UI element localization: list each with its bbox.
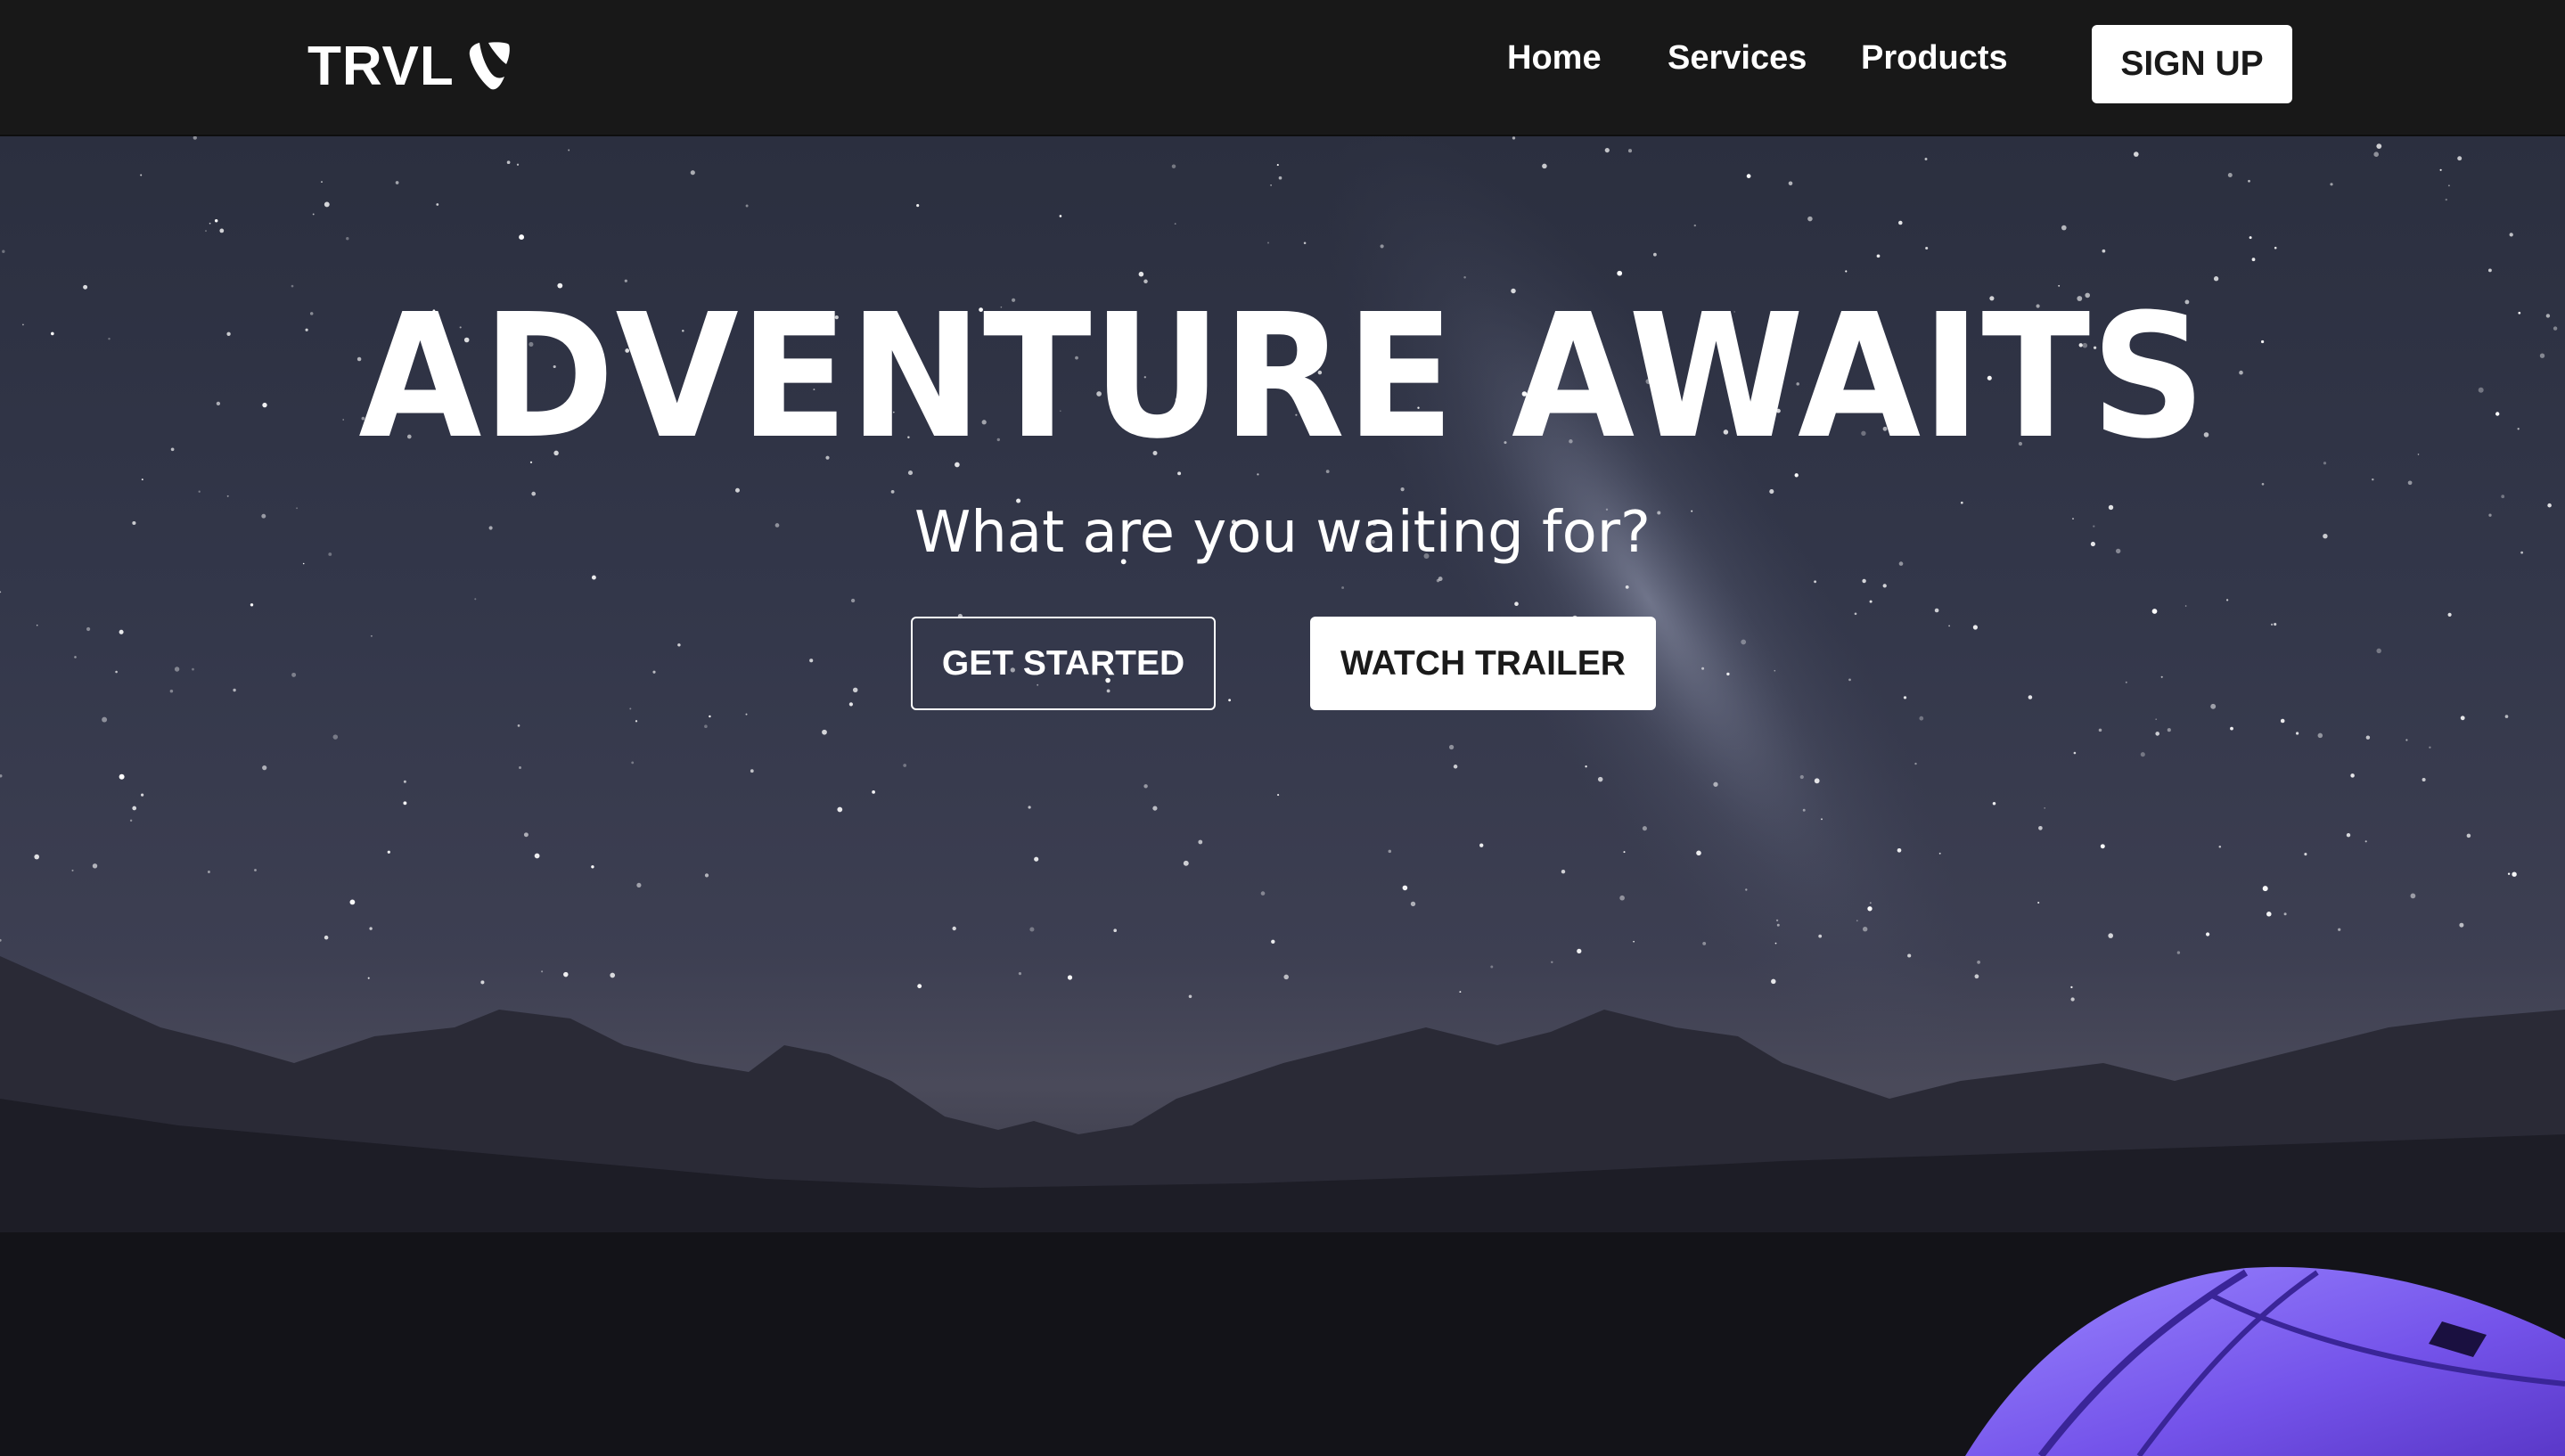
get-started-button[interactable]: GET STARTED <box>911 617 1216 710</box>
hero-subtitle: What are you waiting for? <box>914 500 1651 566</box>
navbar: TRVL Home Services Products SIGN UP <box>0 0 2565 136</box>
hero-title: ADVENTURE AWAITS <box>358 278 2207 477</box>
typo3-logo-icon <box>469 42 510 90</box>
nav-link-services[interactable]: Services <box>1668 39 1807 78</box>
hero-section: ADVENTURE AWAITS What are you waiting fo… <box>0 136 2565 1456</box>
brand-logo[interactable]: TRVL <box>307 30 512 102</box>
sign-up-button[interactable]: SIGN UP <box>2092 25 2292 103</box>
nav-link-home[interactable]: Home <box>1507 39 1602 78</box>
brand-name: TRVL <box>307 35 455 97</box>
nav-link-products[interactable]: Products <box>1861 39 2008 78</box>
watch-trailer-button[interactable]: WATCH TRAILER <box>1310 617 1656 710</box>
